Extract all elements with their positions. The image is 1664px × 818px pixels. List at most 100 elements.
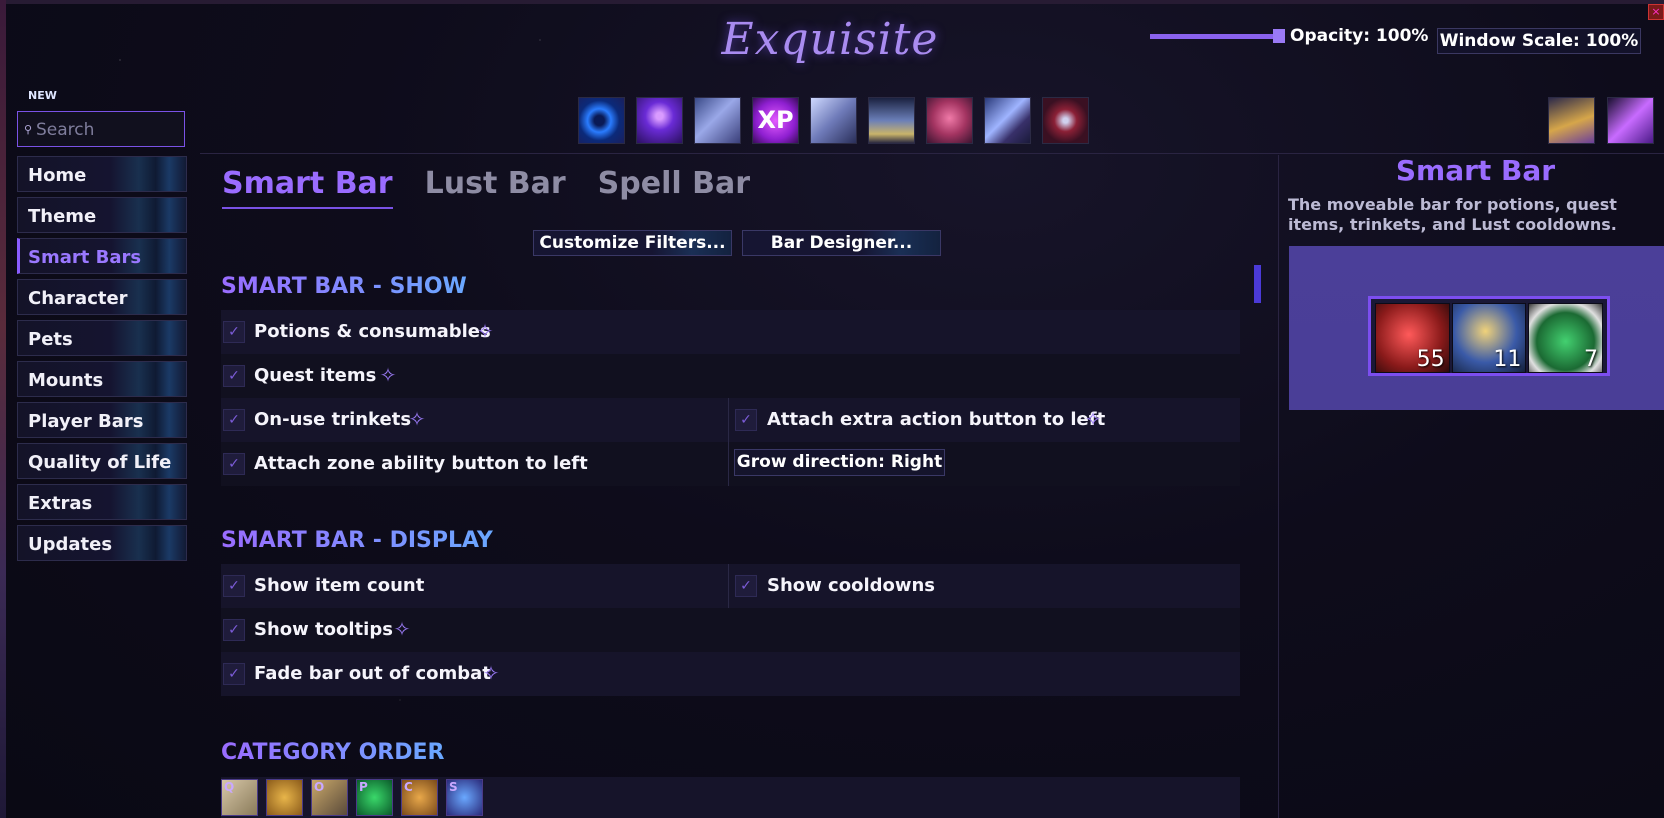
section-title-show: SMART BAR - SHOW xyxy=(221,274,467,299)
sidebar-item-pets[interactable]: Pets xyxy=(17,320,187,356)
option-row: ✓ Show tooltips ✧ xyxy=(221,608,1240,652)
search-input[interactable] xyxy=(34,116,183,144)
tab-smart-bar[interactable]: Smart Bar xyxy=(222,166,393,209)
tab-bar: Smart Bar Lust Bar Spell Bar xyxy=(222,166,750,209)
quest-scroll-icon[interactable]: Q xyxy=(221,779,258,816)
sparkle-icon[interactable]: ✧ xyxy=(406,408,428,430)
trinkets-checkbox[interactable]: ✓ xyxy=(223,409,245,431)
fade-combat-checkbox[interactable]: ✓ xyxy=(223,663,245,685)
sidebar-item-label: Pets xyxy=(28,329,73,350)
opacity-slider-thumb[interactable] xyxy=(1273,29,1285,43)
preview-description: The moveable bar for potions, quest item… xyxy=(1288,195,1617,234)
item-count-checkbox[interactable]: ✓ xyxy=(223,575,245,597)
crystal-sword-icon[interactable] xyxy=(1607,97,1654,144)
sidebar-item-label: Quality of Life xyxy=(28,452,172,473)
dragon-mount-icon[interactable] xyxy=(984,97,1031,144)
close-icon[interactable]: × xyxy=(1648,4,1664,20)
option-row: ✓ Attach zone ability button to left xyxy=(221,442,1240,486)
gold-pouch-icon[interactable] xyxy=(266,779,303,816)
option-row: ✓ Quest items ✧ xyxy=(221,354,1240,398)
item-count-label: Show item count xyxy=(254,575,425,596)
potions-label: Potions & consumables xyxy=(254,321,491,342)
creature-portrait-icon[interactable] xyxy=(926,97,973,144)
new-badge: NEW xyxy=(28,89,57,102)
red-potion-icon: 55 xyxy=(1375,303,1450,373)
tooltips-checkbox[interactable]: ✓ xyxy=(223,619,245,641)
crystal-armor-icon[interactable] xyxy=(810,97,857,144)
sidebar-item-label: Character xyxy=(28,288,128,309)
preview-title: Smart Bar xyxy=(1395,154,1556,187)
sidebar-item-smart-bars[interactable]: Smart Bars xyxy=(17,238,187,274)
sparkle-icon[interactable]: ✧ xyxy=(391,618,413,640)
potions-checkbox[interactable]: ✓ xyxy=(223,321,245,343)
bar-designer-button[interactable]: Bar Designer... xyxy=(742,230,941,256)
quest-items-label: Quest items xyxy=(254,365,377,386)
cooldowns-label: Show cooldowns xyxy=(767,575,936,596)
sidebar-item-player-bars[interactable]: Player Bars xyxy=(17,402,187,438)
fade-combat-label: Fade bar out of combat xyxy=(254,663,491,684)
tooltips-label: Show tooltips xyxy=(254,619,393,640)
sparkle-icon[interactable]: ✧ xyxy=(480,662,502,684)
sidebar-item-extras[interactable]: Extras xyxy=(17,484,187,520)
trinkets-label: On-use trinkets xyxy=(254,409,412,430)
temple-pillar-icon[interactable] xyxy=(868,97,915,144)
sidebar-item-label: Updates xyxy=(28,534,113,555)
sidebar-item-label: Player Bars xyxy=(28,411,144,432)
item-count: 7 xyxy=(1584,347,1599,372)
item-count: 11 xyxy=(1493,347,1522,372)
trinket-chest-icon[interactable]: O xyxy=(311,779,348,816)
sidebar-item-updates[interactable]: Updates xyxy=(17,525,187,561)
search-field[interactable]: ⚲ xyxy=(17,111,185,147)
sidebar-item-label: Mounts xyxy=(28,370,104,391)
customize-filters-button[interactable]: Customize Filters... xyxy=(533,230,732,256)
swirl-portal-icon[interactable] xyxy=(578,97,625,144)
character-aura-icon[interactable] xyxy=(636,97,683,144)
gold-flask-icon: 11 xyxy=(1451,303,1527,373)
shield-crest-icon[interactable] xyxy=(1042,97,1089,144)
sidebar-nav: Home Theme Smart Bars Character Pets Mou… xyxy=(17,156,187,566)
tab-lust-bar[interactable]: Lust Bar xyxy=(425,166,566,209)
sidebar-item-quality-of-life[interactable]: Quality of Life xyxy=(17,443,187,479)
option-row: ✓ Show item count ✓ Show cooldowns xyxy=(221,564,1240,608)
window-scale-dropdown[interactable]: Window Scale: 100% xyxy=(1437,28,1641,54)
sidebar-item-label: Home xyxy=(28,165,87,186)
potion-green-icon[interactable]: P xyxy=(356,779,393,816)
app-logo: Exquisite xyxy=(721,14,939,65)
extra-action-label: Attach extra action button to left xyxy=(767,409,1106,430)
smart-bar-preview: 55 11 7 xyxy=(1368,296,1610,376)
cooldowns-checkbox[interactable]: ✓ xyxy=(735,575,757,597)
option-row: ✓ Potions & consumables ✧ xyxy=(221,310,1240,354)
section-title-display: SMART BAR - DISPLAY xyxy=(221,528,493,553)
tab-spell-bar[interactable]: Spell Bar xyxy=(598,166,750,209)
opacity-label: Opacity: 100% xyxy=(1290,26,1429,46)
sidebar-item-label: Theme xyxy=(28,206,97,227)
opacity-slider-track[interactable] xyxy=(1150,34,1278,39)
item-count: 55 xyxy=(1416,347,1445,372)
sidebar-item-label: Extras xyxy=(28,493,93,514)
grow-direction-dropdown[interactable]: Grow direction: Right xyxy=(734,449,945,476)
green-tome-icon: 7 xyxy=(1528,303,1604,373)
extra-action-checkbox[interactable]: ✓ xyxy=(735,409,757,431)
sidebar-item-home[interactable]: Home xyxy=(17,156,187,192)
sparkle-icon[interactable]: ✧ xyxy=(474,320,496,342)
scrollbar-thumb[interactable] xyxy=(1254,265,1261,303)
category-order-list: Q O P C S xyxy=(221,779,483,816)
xp-icon[interactable]: XP xyxy=(752,97,799,144)
addon-window: × Exquisite Opacity: 100% Window Scale: … xyxy=(0,0,1664,818)
sidebar-item-mounts[interactable]: Mounts xyxy=(17,361,187,397)
special-orb-icon[interactable]: S xyxy=(446,779,483,816)
section-title-category-order: CATEGORY ORDER xyxy=(221,740,445,765)
sparkle-icon[interactable]: ✧ xyxy=(1082,408,1104,430)
sidebar-item-label: Smart Bars xyxy=(28,247,142,268)
sidebar-item-character[interactable]: Character xyxy=(17,279,187,315)
armor-upgrade-icon[interactable] xyxy=(694,97,741,144)
option-row: ✓ Fade bar out of combat ✧ xyxy=(221,652,1240,696)
search-icon: ⚲ xyxy=(24,123,33,136)
top-icon-bar: XP xyxy=(578,97,1089,144)
quest-items-checkbox[interactable]: ✓ xyxy=(223,365,245,387)
zone-ability-checkbox[interactable]: ✓ xyxy=(223,453,245,475)
sparkle-icon[interactable]: ✧ xyxy=(377,364,399,386)
treasure-chest-icon[interactable] xyxy=(1548,97,1595,144)
consumable-bag-icon[interactable]: C xyxy=(401,779,438,816)
sidebar-item-theme[interactable]: Theme xyxy=(17,197,187,233)
